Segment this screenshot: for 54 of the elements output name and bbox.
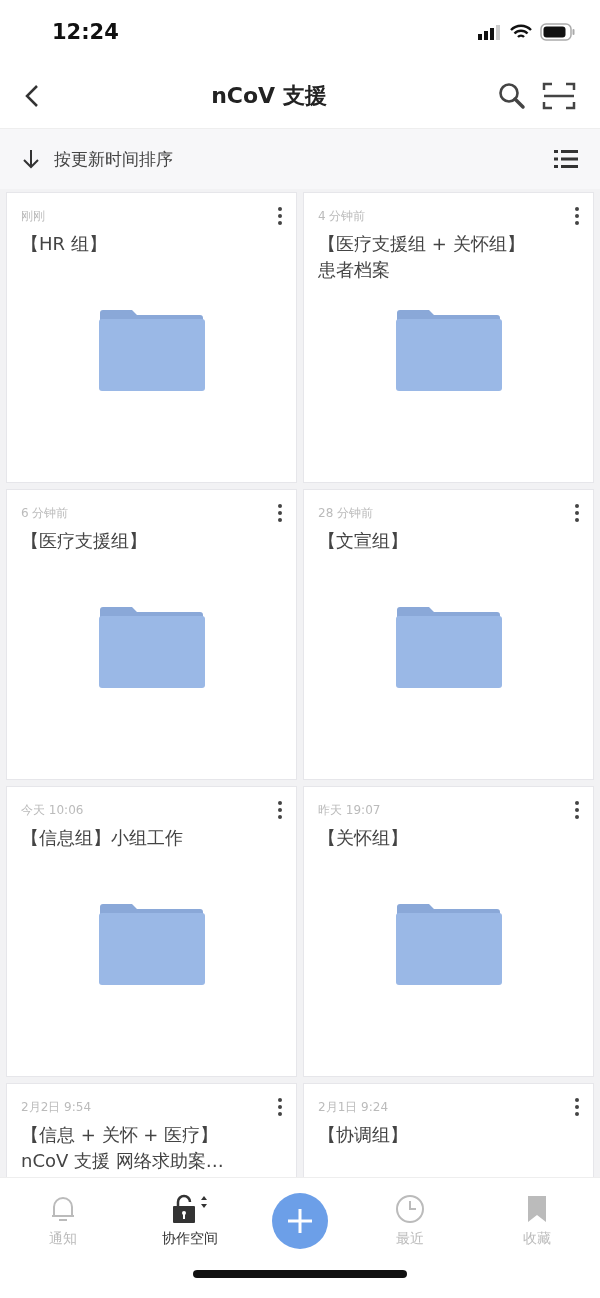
folder-card[interactable]: 昨天 19:07 【关怀组】: [303, 786, 594, 1077]
folder-icon: [394, 903, 503, 987]
more-icon[interactable]: [575, 504, 579, 522]
battery-icon: [540, 23, 576, 41]
folder-icon: [394, 309, 503, 393]
folder-name: 【信息组】小组工作: [21, 826, 184, 850]
add-button[interactable]: [272, 1193, 328, 1249]
folder-time: 刚刚: [21, 207, 45, 225]
plus-icon: [286, 1207, 314, 1235]
more-icon[interactable]: [575, 801, 579, 819]
status-time: 12:24: [52, 20, 119, 44]
folder-time: 今天 10:06: [21, 801, 84, 819]
more-icon[interactable]: [575, 207, 579, 225]
folder-time: 4 分钟前: [318, 207, 366, 225]
scan-icon[interactable]: [542, 82, 576, 110]
wifi-icon: [510, 24, 532, 40]
folder-icon: [97, 606, 206, 690]
more-icon[interactable]: [278, 1098, 282, 1116]
more-icon[interactable]: [575, 1098, 579, 1116]
page-title: nCoV 支援: [210, 82, 328, 110]
folder-name: 【协调组】: [318, 1123, 409, 1147]
folder-card[interactable]: 2月2日 9:54 【信息 + 关怀 + 医疗】nCoV 支援 网络求助案…: [6, 1083, 297, 1177]
signal-icon: [478, 24, 502, 40]
more-icon[interactable]: [278, 207, 282, 225]
folder-icon: [394, 606, 503, 690]
bookmark-icon: [525, 1194, 548, 1224]
folder-name: 【关怀组】: [318, 826, 409, 850]
search-icon[interactable]: [498, 82, 526, 110]
folder-name: 【医疗支援组 + 关怀组】患者档案: [318, 232, 526, 282]
folder-card[interactable]: 2月1日 9:24 【协调组】: [303, 1083, 594, 1177]
folder-time: 6 分钟前: [21, 504, 69, 522]
back-icon[interactable]: [24, 84, 40, 108]
folder-icon: [97, 309, 206, 393]
folder-card[interactable]: 6 分钟前 【医疗支援组】: [6, 489, 297, 780]
folder-time: 28 分钟前: [318, 504, 374, 522]
more-icon[interactable]: [278, 504, 282, 522]
folder-time: 昨天 19:07: [318, 801, 381, 819]
folder-card[interactable]: 今天 10:06 【信息组】小组工作: [6, 786, 297, 1077]
folder-time: 2月1日 9:24: [318, 1098, 389, 1116]
tab-item[interactable]: 协作空间: [145, 1194, 236, 1248]
list-view-icon[interactable]: [554, 149, 578, 169]
folder-card[interactable]: 刚刚 【HR 组】: [6, 192, 297, 483]
folder-name: 【文宣组】: [318, 529, 409, 553]
folder-name: 【信息 + 关怀 + 医疗】nCoV 支援 网络求助案…: [21, 1123, 225, 1173]
clock-icon: [394, 1194, 425, 1224]
folder-card[interactable]: 28 分钟前 【文宣组】: [303, 489, 594, 780]
folder-icon: [97, 903, 206, 987]
lock-icon: [171, 1194, 210, 1224]
arrow-down-icon[interactable]: [22, 149, 40, 169]
folder-name: 【医疗支援组】: [21, 529, 148, 553]
folder-name: 【HR 组】: [21, 232, 108, 256]
folder-time: 2月2日 9:54: [21, 1098, 92, 1116]
more-icon[interactable]: [278, 801, 282, 819]
folder-card[interactable]: 4 分钟前 【医疗支援组 + 关怀组】患者档案: [303, 192, 594, 483]
